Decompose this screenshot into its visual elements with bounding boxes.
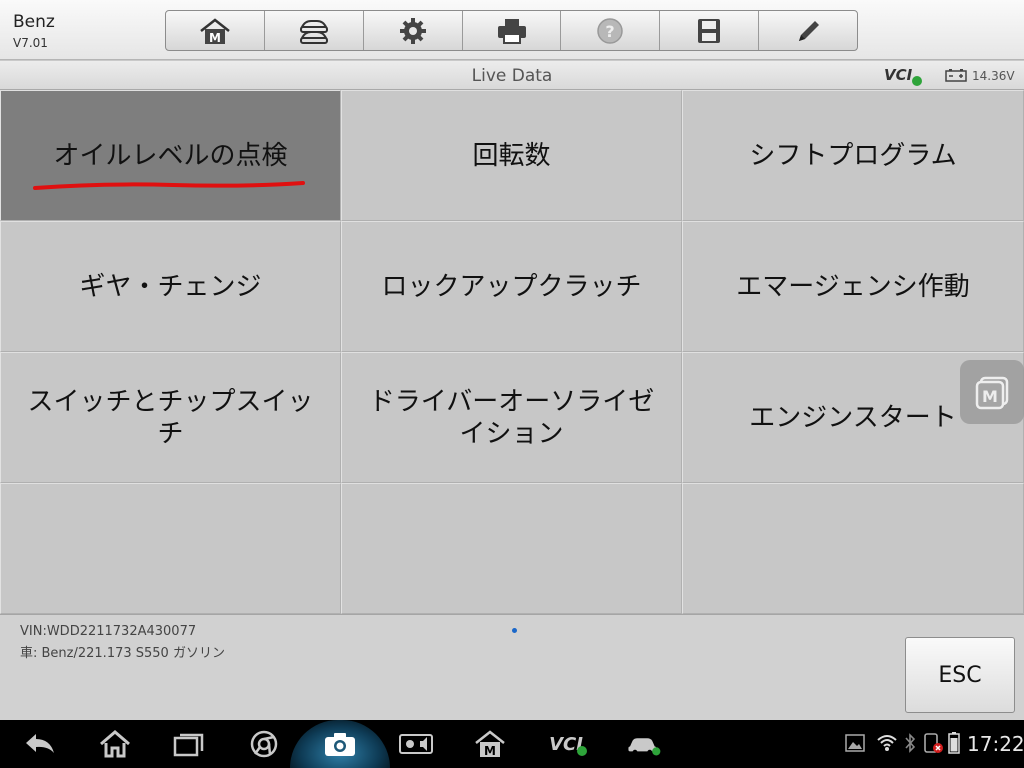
brightness-volume-icon: [399, 734, 433, 754]
help-icon: ?: [597, 17, 624, 44]
grid-item-label: 回転数: [472, 140, 551, 171]
help-button[interactable]: ?: [561, 11, 661, 50]
maxisys-m-icon: M: [475, 730, 505, 758]
system-nav-bar: M VCI 17:22: [0, 720, 1024, 768]
chrome-icon: [250, 730, 278, 758]
grid-item[interactable]: スイッチとチップスイッチ: [0, 352, 341, 483]
top-header: Benz V7.01 M ?: [0, 0, 1024, 60]
grid-item-label: オイルレベルの点検: [53, 140, 288, 171]
grid-item[interactable]: シフトプログラム: [682, 90, 1024, 221]
grid-item-empty: [341, 483, 682, 614]
esc-button[interactable]: ESC: [905, 637, 1015, 713]
bluetooth-icon: [905, 733, 916, 753]
red-underline-annotation: [33, 181, 305, 190]
home-button[interactable]: M: [166, 11, 265, 50]
page-indicator-dot: [512, 628, 517, 633]
print-button[interactable]: [463, 11, 562, 50]
recent-apps-icon: [173, 733, 204, 757]
back-button[interactable]: [21, 728, 59, 760]
svg-text:?: ?: [606, 22, 615, 41]
main-toolbar: M ?: [165, 10, 858, 51]
wifi-icon: [877, 735, 897, 751]
camera-button[interactable]: [321, 728, 359, 760]
vehicle-status-button[interactable]: [622, 728, 666, 760]
grid-item-label: ドライバーオーソライゼイション: [368, 386, 655, 449]
vehicle-swap-button[interactable]: [265, 11, 364, 50]
floating-m-icon: M: [975, 376, 1009, 410]
vehicle-swap-icon: [299, 19, 328, 44]
live-data-grid: オイルレベルの点検 回転数 シフトプログラム ギヤ・チェンジ ロックアップクラッ…: [0, 90, 1024, 614]
vin-label: VIN:WDD2211732A430077: [20, 624, 197, 639]
title-strip: Live Data VCI 14.36V: [0, 61, 1024, 90]
voltage-readout: 14.36V: [972, 69, 1015, 83]
chrome-button[interactable]: [245, 728, 283, 760]
page-title: Live Data: [471, 66, 553, 86]
recent-apps-button[interactable]: [170, 728, 208, 760]
vci-connected-icon: [912, 76, 922, 86]
status-clock: 17:22: [967, 732, 1024, 756]
camera-icon: [325, 733, 355, 756]
grid-item[interactable]: ロックアップクラッチ: [341, 221, 682, 352]
device-battery-icon: [948, 732, 960, 754]
edit-button[interactable]: [759, 11, 857, 50]
back-icon: [26, 734, 54, 753]
vci-check-icon: [577, 746, 587, 756]
pencil-icon: [799, 20, 820, 41]
save-icon: [698, 18, 721, 43]
vci-status-label: VCI: [884, 66, 913, 84]
maxisys-button[interactable]: M: [471, 728, 509, 760]
battery-icon: [945, 69, 967, 82]
grid-item-label: スイッチとチップスイッチ: [27, 386, 314, 449]
svg-text:M: M: [982, 387, 998, 406]
grid-item-label: エマージェンシ作動: [736, 271, 970, 302]
grid-item-label: ギヤ・チェンジ: [79, 271, 262, 302]
car-icon: [628, 738, 661, 756]
gallery-notification-icon: [845, 734, 865, 752]
footer-panel: VIN:WDD2211732A430077 車: Benz/221.173 S5…: [0, 614, 1024, 720]
home-icon: [100, 730, 130, 758]
grid-item-label: エンジンスタート: [749, 402, 957, 433]
svg-text:M: M: [209, 31, 221, 45]
grid-item[interactable]: ドライバーオーソライゼイション: [341, 352, 682, 483]
floating-m-button[interactable]: M: [960, 360, 1024, 424]
grid-item-empty: [0, 483, 341, 614]
save-button[interactable]: [660, 11, 760, 50]
grid-item[interactable]: ギヤ・チェンジ: [0, 221, 341, 352]
app-version: V7.01: [13, 36, 48, 50]
grid-item[interactable]: エマージェンシ作動: [682, 221, 1024, 352]
vehicle-label: 車: Benz/221.173 S550 ガソリン: [20, 646, 225, 661]
app-name: Benz: [13, 12, 55, 32]
grid-item[interactable]: オイルレベルの点検: [0, 90, 341, 221]
grid-item-empty: [682, 483, 1024, 614]
gear-icon: [399, 17, 426, 44]
vci-manager-button[interactable]: VCI: [541, 728, 591, 760]
printer-icon: [497, 18, 526, 44]
settings-button[interactable]: [364, 11, 463, 50]
svg-text:M: M: [484, 744, 496, 758]
home-m-icon: M: [200, 17, 230, 45]
phone-no-signal-icon: [924, 733, 943, 753]
grid-item-label: ロックアップクラッチ: [381, 271, 642, 302]
grid-item[interactable]: 回転数: [341, 90, 682, 221]
home-nav-button[interactable]: [96, 728, 134, 760]
brightness-volume-button[interactable]: [397, 728, 435, 760]
grid-item-label: シフトプログラム: [749, 140, 957, 171]
